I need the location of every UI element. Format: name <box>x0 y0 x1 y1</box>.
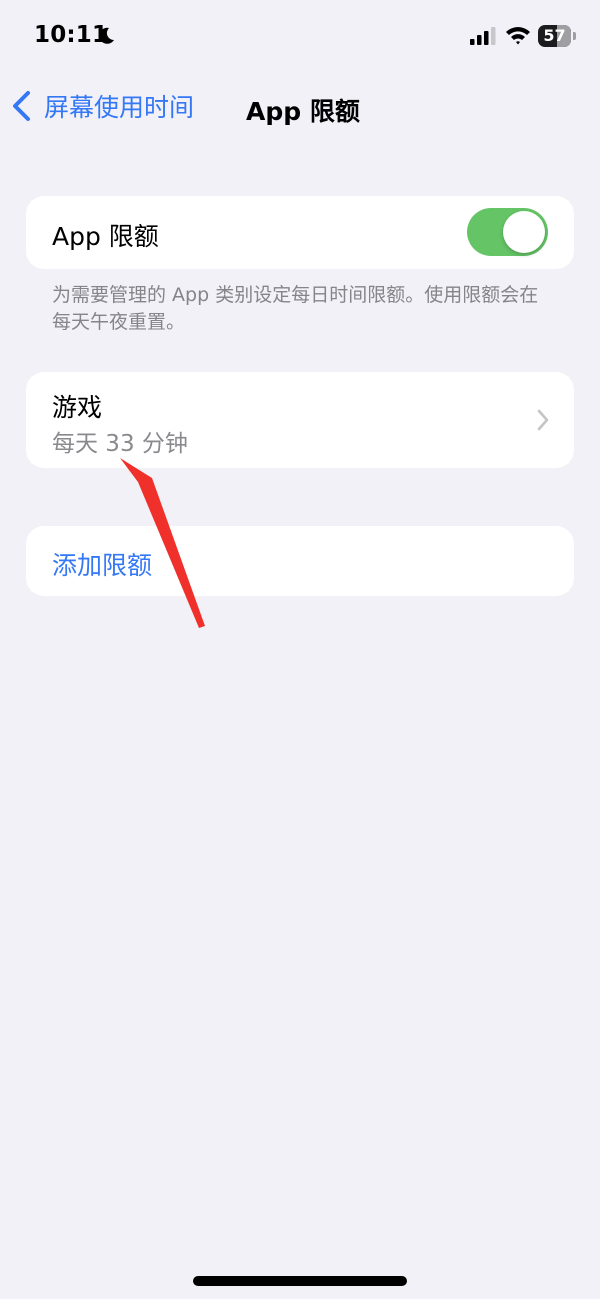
app-limits-label: App 限额 <box>52 222 159 251</box>
limit-item-title: 游戏 <box>52 393 103 422</box>
signal-icon <box>470 27 496 45</box>
page-title: App 限额 <box>246 97 360 126</box>
app-limits-toggle[interactable] <box>467 208 548 256</box>
navigation-bar: 屏幕使用时间 App 限额 <box>0 78 600 134</box>
add-limit-button[interactable]: 添加限额 <box>26 526 574 596</box>
status-bar: 10:11 57 <box>0 0 600 72</box>
battery-icon: 57 <box>538 25 578 47</box>
limit-item-subtitle: 每天 33 分钟 <box>52 431 188 457</box>
app-limits-toggle-row: App 限额 <box>26 196 574 269</box>
toggle-knob <box>503 211 545 253</box>
add-limit-label: 添加限额 <box>52 551 153 580</box>
chevron-left-icon <box>13 91 30 121</box>
moon-icon <box>99 27 114 44</box>
back-label: 屏幕使用时间 <box>44 93 195 122</box>
annotation-arrow <box>120 458 205 628</box>
limit-item-games[interactable]: 游戏 每天 33 分钟 <box>26 372 574 468</box>
home-indicator <box>193 1276 407 1286</box>
footer-note: 为需要管理的 App 类别设定每日时间限额。使用限额会在每天午夜重置。 <box>52 284 539 333</box>
battery-cap <box>573 32 576 40</box>
chevron-right-icon <box>537 409 549 431</box>
back-button[interactable]: 屏幕使用时间 <box>10 86 194 126</box>
battery-level: 57 <box>543 26 566 45</box>
wifi-icon <box>506 27 530 45</box>
